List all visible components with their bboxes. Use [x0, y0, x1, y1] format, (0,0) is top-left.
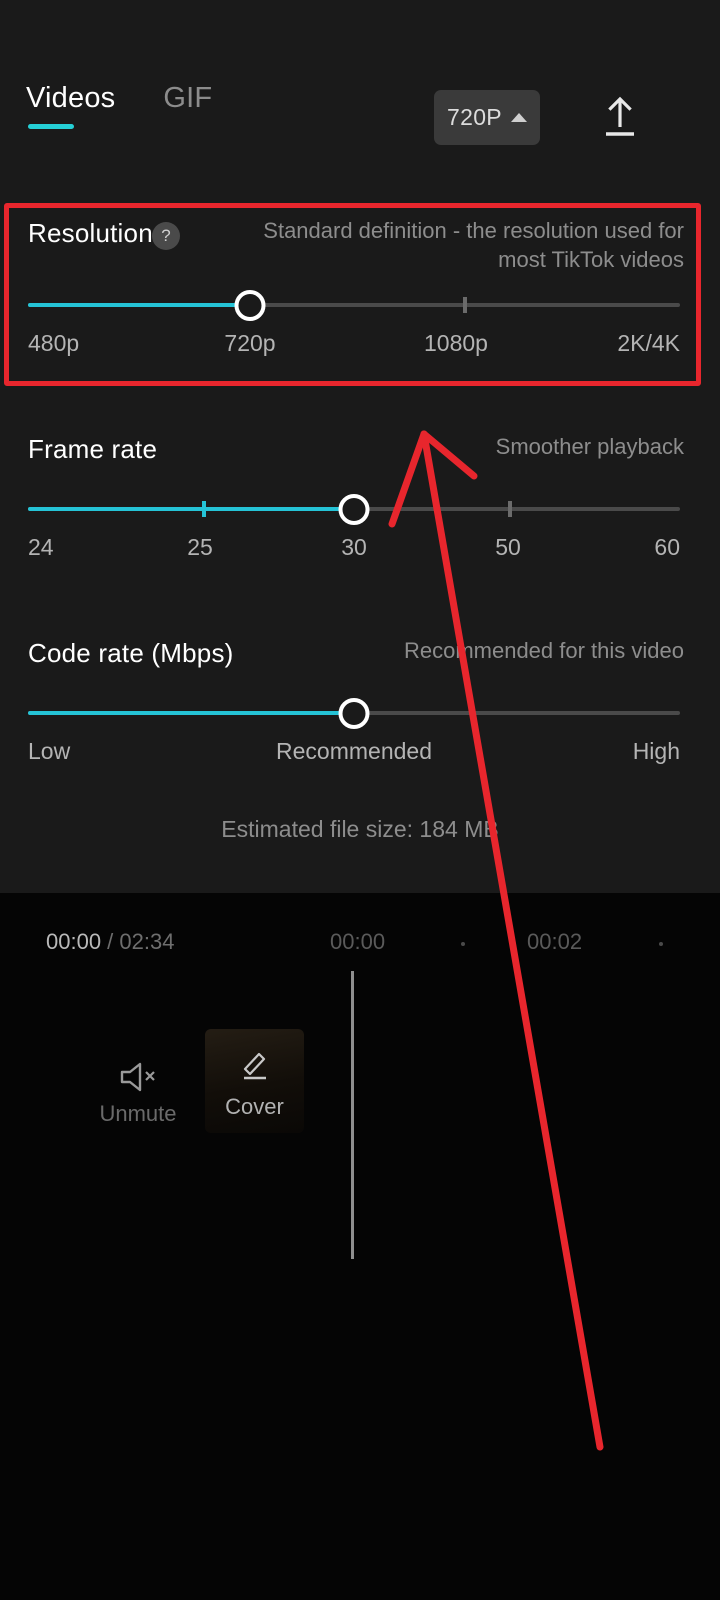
tab-gif-label: GIF [163, 82, 213, 114]
resolution-slider[interactable] [28, 285, 680, 325]
code-rate-label-recommended: Recommended [276, 738, 432, 764]
timeline-left-tools: Unmute Cover [0, 1029, 350, 1173]
upload-icon [606, 96, 634, 136]
resolution-hint: Standard definition - the resolution use… [263, 218, 684, 272]
code-rate-label-high: High [632, 738, 680, 764]
slider-track-fill [28, 711, 354, 715]
help-icon[interactable]: ? [152, 222, 180, 250]
resolution-label-1080p: 1080p [424, 330, 488, 356]
frame-rate-hint: Smoother playback [495, 434, 684, 459]
pencil-icon [235, 1043, 275, 1088]
frame-rate-label-30: 30 [341, 534, 367, 560]
slider-thumb[interactable] [234, 290, 266, 321]
export-settings-panel: Videos GIF 720P Resolution ? Standard de… [0, 0, 720, 893]
cover-button[interactable]: Cover [205, 1029, 304, 1133]
slider-track-fill [28, 303, 250, 307]
export-type-tabs: Videos GIF [26, 78, 212, 129]
panel-header: Videos GIF 720P [0, 78, 720, 158]
ruler-mark-0: 00:00 [330, 929, 386, 954]
resolution-label-2k4k: 2K/4K [617, 330, 680, 356]
frame-rate-title: Frame rate [28, 434, 158, 464]
unmute-label: Unmute [99, 1101, 177, 1126]
timeline-playhead[interactable] [351, 971, 354, 1259]
tab-gif[interactable]: GIF [163, 78, 212, 118]
resolution-label-480p: 480p [28, 330, 80, 356]
video-editor-area: 00:00 / 02:34 00:00 00:02 Unmute Cover [0, 893, 720, 1600]
code-rate-label-low: Low [28, 738, 71, 764]
tab-active-indicator [28, 124, 74, 129]
ruler-mark-1: 00:02 [527, 929, 583, 954]
frame-rate-label-25: 25 [187, 534, 213, 560]
slider-thumb[interactable] [338, 698, 370, 729]
frame-rate-label-50: 50 [495, 534, 521, 560]
code-rate-hint: Recommended for this video [403, 638, 684, 663]
code-rate-labels: Low Recommended High [28, 738, 680, 772]
unmute-button[interactable]: Unmute [96, 1053, 180, 1127]
frame-rate-label-24: 24 [28, 534, 54, 560]
resolution-label-720p: 720p [224, 330, 276, 356]
caret-up-icon [510, 113, 527, 122]
slider-track-fill [28, 507, 354, 511]
code-rate-slider[interactable] [28, 693, 680, 733]
ruler-dot [461, 942, 465, 946]
resolution-labels: 480p 720p 1080p 2K/4K [28, 330, 680, 364]
resolution-badge-label: 720P [447, 104, 502, 130]
frame-rate-label-60: 60 [654, 534, 680, 560]
ruler-dot [659, 942, 663, 946]
slider-thumb[interactable] [338, 494, 370, 525]
app-screen: Videos GIF 720P Resolution ? Standard de… [0, 0, 720, 1600]
code-rate-title: Code rate (Mbps) [28, 638, 234, 668]
resolution-title: Resolution [28, 218, 153, 248]
timeline-time-separator: / [101, 929, 120, 954]
slider-tick [462, 297, 467, 313]
slider-tick [202, 501, 207, 517]
timeline-time-readout: 00:00 / 02:34 [46, 929, 174, 955]
frame-rate-labels: 24 25 30 50 60 [28, 534, 680, 568]
tab-videos[interactable]: Videos [26, 78, 116, 129]
slider-tick [508, 501, 513, 517]
speaker-mute-icon [96, 1053, 180, 1101]
timeline-current-time: 00:00 [46, 929, 102, 954]
timeline-ruler: 00:00 / 02:34 00:00 00:02 [0, 929, 720, 965]
estimated-file-size: Estimated file size: 184 MB [221, 816, 499, 842]
resolution-badge-button[interactable]: 720P [434, 90, 540, 145]
frame-rate-slider[interactable] [28, 489, 680, 529]
tab-videos-label: Videos [26, 82, 116, 114]
timeline-total-time: 02:34 [119, 929, 175, 954]
upload-button[interactable] [592, 90, 648, 146]
cover-label: Cover [225, 1093, 284, 1119]
